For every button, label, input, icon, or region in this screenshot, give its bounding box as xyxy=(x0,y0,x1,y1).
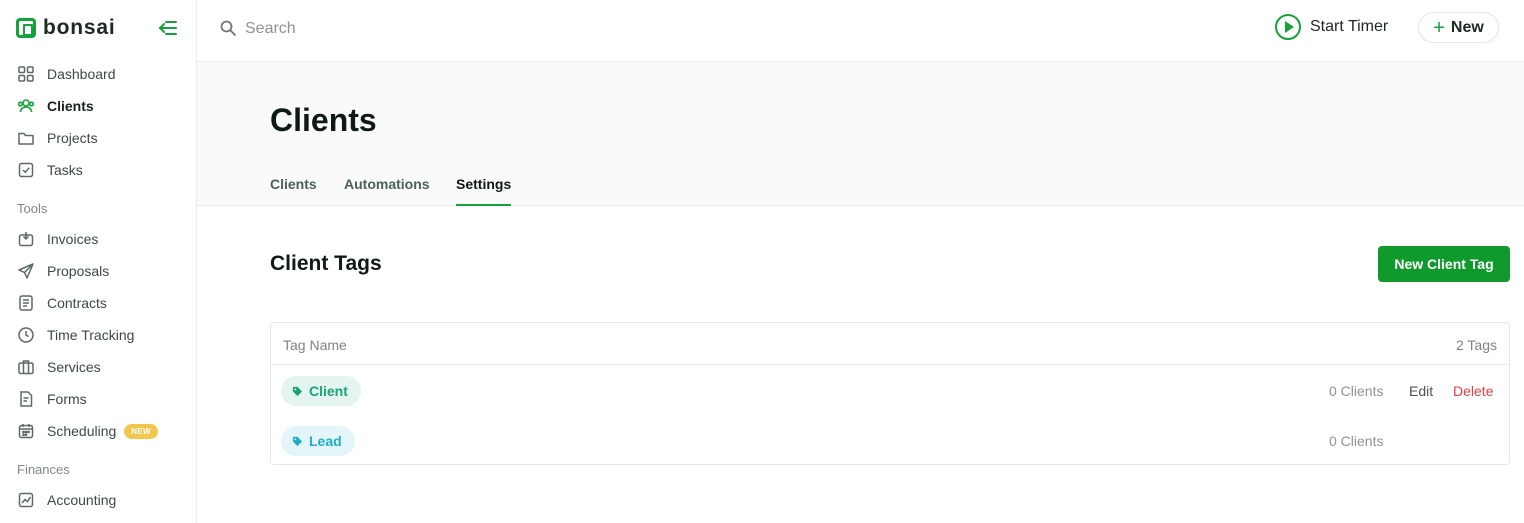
bonsai-logo-icon xyxy=(16,18,36,38)
tags-table: Tag Name 2 Tags Client 0 Clients Edit De… xyxy=(270,322,1510,465)
client-count: 0 Clients xyxy=(1329,383,1384,399)
start-timer-label: Start Timer xyxy=(1310,18,1389,35)
sidebar-item-scheduling[interactable]: Scheduling NEW xyxy=(17,419,158,443)
sidebar-item-clients[interactable]: Clients xyxy=(17,94,94,118)
new-button[interactable]: + New xyxy=(1418,12,1499,43)
sidebar-item-accounting[interactable]: Accounting xyxy=(17,488,116,512)
new-badge: NEW xyxy=(124,423,158,439)
checkbox-icon xyxy=(18,162,34,178)
start-timer-button[interactable]: Start Timer xyxy=(1275,12,1388,42)
search-icon xyxy=(219,19,237,37)
logo-text: bonsai xyxy=(43,16,116,39)
new-client-tag-button[interactable]: New Client Tag xyxy=(1378,246,1510,282)
document-icon xyxy=(19,295,33,311)
sidebar-item-label: Projects xyxy=(47,130,98,146)
sidebar-item-label: Contracts xyxy=(47,295,107,311)
briefcase-icon xyxy=(18,360,34,375)
tag-name: Lead xyxy=(309,433,342,449)
tab-settings[interactable]: Settings xyxy=(456,176,512,206)
chart-icon xyxy=(18,492,34,508)
play-icon xyxy=(1275,14,1301,40)
sidebar-item-time-tracking[interactable]: Time Tracking xyxy=(17,323,134,347)
column-header-tag-name: Tag Name xyxy=(283,337,347,353)
sidebar-item-label: Dashboard xyxy=(47,66,116,82)
users-icon xyxy=(17,99,35,113)
table-header: Tag Name 2 Tags xyxy=(271,323,1509,365)
sidebar-item-label: Tasks xyxy=(47,162,83,178)
tab-clients[interactable]: Clients xyxy=(270,176,317,206)
page-header: Clients Clients Automations Settings xyxy=(197,62,1524,206)
sidebar-item-label: Accounting xyxy=(47,492,117,508)
folder-icon xyxy=(18,132,34,145)
clock-icon xyxy=(18,327,34,343)
sidebar-item-contracts[interactable]: Contracts xyxy=(17,291,107,315)
sidebar-item-label: Time Tracking xyxy=(47,327,135,343)
plus-icon: + xyxy=(1433,16,1445,39)
sidebar-item-forms[interactable]: Forms xyxy=(17,387,87,411)
sidebar-item-proposals[interactable]: Proposals xyxy=(17,259,109,283)
edit-link[interactable]: Edit xyxy=(1409,383,1433,399)
tag-count: 2 Tags xyxy=(1456,337,1497,353)
sidebar-item-tasks[interactable]: Tasks xyxy=(17,158,83,182)
table-row: Client 0 Clients Edit Delete xyxy=(271,373,1509,413)
tag-icon xyxy=(292,386,303,396)
page-title: Clients xyxy=(270,102,377,138)
sidebar-item-projects[interactable]: Projects xyxy=(17,126,98,150)
collapse-sidebar-icon[interactable] xyxy=(156,17,178,39)
calendar-icon xyxy=(18,424,34,439)
client-count: 0 Clients xyxy=(1329,433,1384,449)
sidebar-item-dashboard[interactable]: Dashboard xyxy=(17,62,116,86)
sidebar-item-label: Forms xyxy=(47,391,87,407)
section-label-finances: Finances xyxy=(17,462,70,477)
sidebar-item-label: Invoices xyxy=(47,231,99,247)
sidebar-item-label: Scheduling xyxy=(47,423,117,439)
form-icon xyxy=(20,391,33,407)
sidebar-item-services[interactable]: Services xyxy=(17,355,101,379)
search-input[interactable] xyxy=(245,16,645,42)
tag-icon xyxy=(292,436,303,446)
tag-name: Client xyxy=(309,383,348,399)
section-label-tools: Tools xyxy=(17,201,48,216)
sidebar-item-label: Proposals xyxy=(47,263,110,279)
table-row: Lead 0 Clients xyxy=(271,423,1509,463)
sidebar: bonsai Dashboard Clients Projects Tasks … xyxy=(0,0,197,523)
send-icon xyxy=(18,263,34,279)
tag-pill-client[interactable]: Client xyxy=(281,376,361,406)
section-title: Client Tags xyxy=(270,252,382,275)
sidebar-item-invoices[interactable]: Invoices xyxy=(17,227,98,251)
top-bar: Start Timer + New xyxy=(197,0,1524,62)
sidebar-item-label: Services xyxy=(47,359,101,375)
delete-link[interactable]: Delete xyxy=(1453,383,1493,399)
tab-automations[interactable]: Automations xyxy=(344,176,430,206)
new-button-label: New xyxy=(1450,18,1484,36)
tag-pill-lead[interactable]: Lead xyxy=(281,426,355,456)
grid-icon xyxy=(18,66,34,82)
invoice-icon xyxy=(18,232,34,247)
sidebar-item-label: Clients xyxy=(47,98,94,114)
logo[interactable]: bonsai xyxy=(16,16,115,40)
